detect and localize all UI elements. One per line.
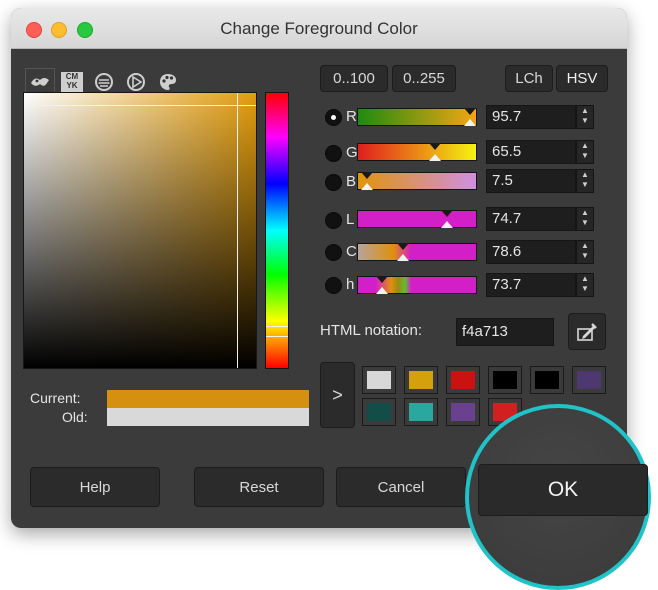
hue-marker-top [266, 326, 288, 327]
range-0-100-button[interactable]: 0..100 [320, 65, 388, 92]
html-notation-label: HTML notation: [320, 322, 422, 339]
channel-h-value[interactable]: 73.7 [486, 273, 576, 297]
history-swatch[interactable] [404, 398, 438, 426]
channel-h-spinner[interactable]: ▲ ▼ [576, 273, 594, 297]
tab-wheel-selector[interactable] [121, 68, 151, 95]
saturation-value-picker[interactable] [23, 92, 257, 369]
history-swatch[interactable] [362, 366, 396, 394]
channel-b-radio[interactable] [325, 174, 342, 191]
channel-r-radio[interactable] [325, 109, 342, 126]
channel-g-value[interactable]: 65.5 [486, 140, 576, 164]
history-swatch[interactable] [446, 366, 480, 394]
current-color-label: Current: [30, 390, 81, 406]
old-color-swatch[interactable] [107, 408, 309, 426]
channel-h-slider[interactable] [357, 276, 477, 294]
html-notation-input[interactable]: f4a713 [456, 318, 554, 346]
channel-r-value[interactable]: 95.7 [486, 105, 576, 129]
tab-palette-selector[interactable] [153, 68, 183, 95]
current-color-swatch [107, 390, 309, 408]
range-0-255-button[interactable]: 0..255 [392, 65, 456, 92]
channel-c-value[interactable]: 78.6 [486, 240, 576, 264]
channel-l-label: L [346, 211, 355, 228]
channel-r-label: R [346, 108, 357, 125]
channel-l-slider[interactable] [357, 210, 477, 228]
wheel-selector-icon [127, 72, 145, 91]
cancel-button[interactable]: Cancel [336, 467, 466, 507]
ok-button[interactable]: OK [478, 464, 648, 516]
hue-marker-bottom [266, 336, 288, 337]
chevron-right-icon: > [332, 384, 343, 405]
add-to-history-button[interactable]: > [320, 362, 355, 428]
channel-g-spinner[interactable]: ▲ ▼ [576, 140, 594, 164]
channel-l-radio[interactable] [325, 212, 342, 229]
selector-tab-bar: CM YK [23, 68, 257, 95]
channel-g-radio[interactable] [325, 145, 342, 162]
channel-b-value[interactable]: 7.5 [486, 169, 576, 193]
tab-cmyk-selector[interactable]: CM YK [57, 68, 87, 95]
history-swatch[interactable] [446, 398, 480, 426]
channel-r-spinner[interactable]: ▲ ▼ [576, 105, 594, 129]
cmyk-selector-icon: CM YK [61, 71, 83, 92]
channel-c-spinner[interactable]: ▲ ▼ [576, 240, 594, 264]
history-swatch[interactable] [572, 366, 606, 394]
title-bar: Change Foreground Color [11, 8, 627, 49]
channel-r-slider[interactable] [357, 108, 477, 126]
tab-watercolor-selector[interactable] [89, 68, 119, 95]
channel-l-spinner[interactable]: ▲ ▼ [576, 207, 594, 231]
channel-b-spinner[interactable]: ▲ ▼ [576, 169, 594, 193]
channel-h-label: h [346, 276, 355, 293]
channel-h-radio[interactable] [325, 277, 342, 294]
palette-selector-icon [160, 73, 176, 90]
tab-gimp-selector[interactable] [25, 68, 55, 95]
picker-crosshair-vertical [237, 93, 238, 368]
history-swatch[interactable] [530, 366, 564, 394]
reset-button[interactable]: Reset [194, 467, 324, 507]
window-title: Change Foreground Color [220, 19, 418, 38]
channel-c-label: C [346, 243, 357, 260]
history-swatch[interactable] [404, 366, 438, 394]
channel-l-value[interactable]: 74.7 [486, 207, 576, 231]
channel-c-slider[interactable] [357, 243, 477, 261]
picker-crosshair-horizontal [24, 105, 256, 106]
lch-model-button[interactable]: LCh [505, 65, 553, 92]
channel-b-label: B [346, 173, 357, 190]
old-color-label: Old: [62, 409, 88, 425]
hsv-model-button[interactable]: HSV [556, 65, 608, 92]
eyedropper-icon [577, 322, 597, 341]
channel-b-slider[interactable] [357, 172, 477, 190]
history-swatch[interactable] [362, 398, 396, 426]
channel-c-radio[interactable] [325, 244, 342, 261]
hue-strip[interactable] [265, 92, 289, 369]
history-swatch[interactable] [488, 366, 522, 394]
channel-g-slider[interactable] [357, 143, 477, 161]
help-button[interactable]: Help [30, 467, 160, 507]
color-picker-button[interactable] [568, 313, 606, 350]
gimp-selector-icon [31, 78, 49, 86]
channel-g-label: G [346, 144, 358, 161]
watercolor-selector-icon [95, 72, 113, 91]
